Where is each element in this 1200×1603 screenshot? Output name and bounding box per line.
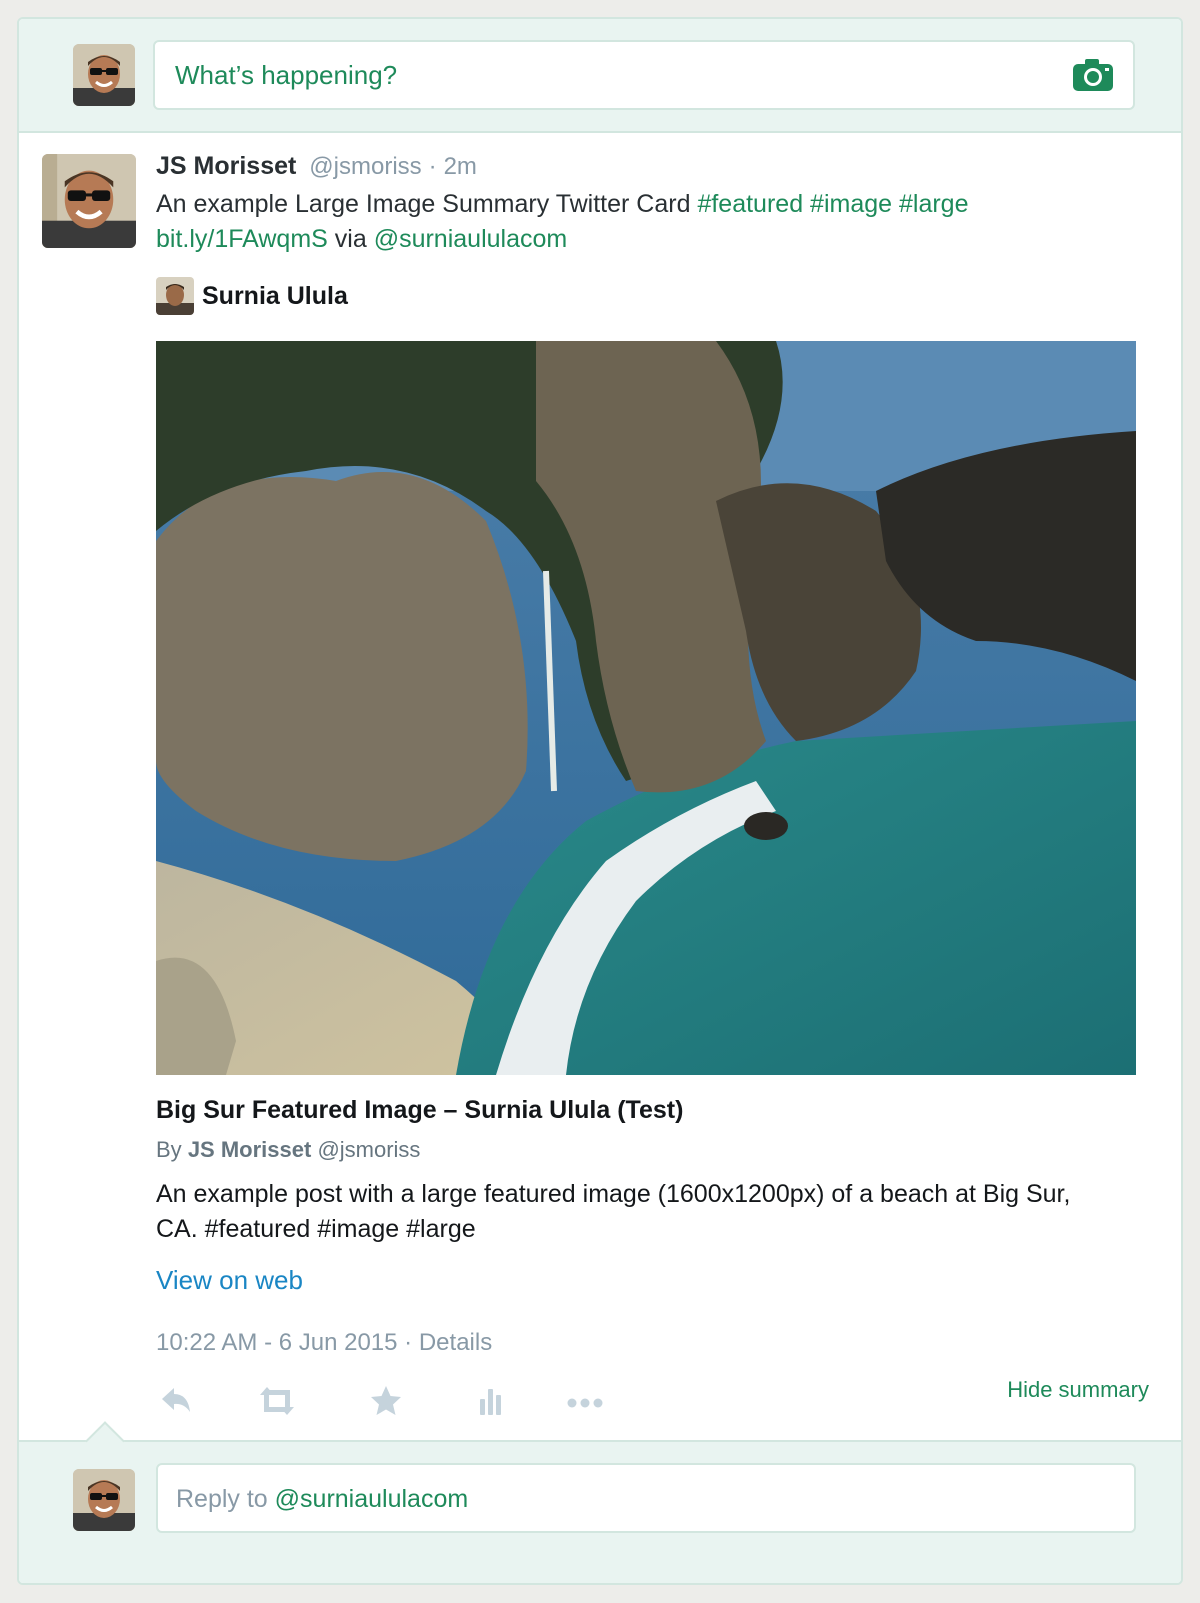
byline-author-handle[interactable]: @jsmoriss [317,1137,420,1162]
retweet-icon[interactable] [256,1383,298,1419]
more-icon[interactable] [564,1383,606,1419]
timestamp-separator: · [404,1329,413,1356]
reply-avatar[interactable] [73,1469,135,1531]
tweet-card: What’s happening? JS Morisset @jsmoriss … [17,17,1183,1585]
tweet-text: An example Large Image Summary Twitter C… [156,187,1116,257]
view-on-web-link[interactable]: View on web [156,1265,303,1296]
site-name[interactable]: Surnia Ulula [202,282,348,311]
tweet-composer: What’s happening? [19,19,1181,133]
reply-mention: @surniaululacom [274,1485,469,1513]
tweet-timestamp-row: 10:22 AM - 6 Jun 2015 · Details [156,1329,492,1357]
hashtag-large[interactable]: #large [899,190,969,218]
compose-input[interactable]: What’s happening? [153,40,1135,110]
card-image-picture [156,341,1136,1075]
tweet-mention[interactable]: @surniaululacom [374,225,568,253]
author-avatar[interactable] [42,154,136,248]
author-name[interactable]: JS Morisset [156,152,296,180]
card-title[interactable]: Big Sur Featured Image – Surnia Ulula (T… [156,1096,683,1125]
byline-label: By [156,1137,182,1162]
hide-summary-link[interactable]: Hide summary [1007,1377,1149,1403]
hashtag-featured[interactable]: #featured [697,190,803,218]
tweet-text-plain: An example Large Image Summary Twitter C… [156,190,691,218]
camera-icon[interactable] [1073,59,1113,91]
reply-icon[interactable] [158,1383,194,1419]
site-avatar[interactable] [156,277,194,315]
analytics-icon[interactable] [472,1383,508,1419]
favorite-icon[interactable] [368,1383,404,1419]
compose-placeholder: What’s happening? [175,60,398,90]
tweet-link[interactable]: bit.ly/1FAwqmS [156,225,328,253]
tweet-age[interactable]: 2m [444,153,477,180]
tweet-timestamp[interactable]: 10:22 AM - 6 Jun 2015 [156,1329,398,1356]
author-avatar-image [42,154,136,248]
reply-notch [85,1421,125,1461]
reply-placeholder: Reply to @surniaululacom [176,1485,468,1514]
reply-input[interactable]: Reply to @surniaululacom [156,1463,1136,1533]
reply-avatar-image [73,1469,135,1531]
tweet-actions [156,1383,656,1423]
user-avatar[interactable] [73,44,135,106]
reply-prefix: Reply to [176,1485,268,1513]
hashtag-image[interactable]: #image [810,190,892,218]
card-description: An example post with a large featured im… [156,1180,1071,1243]
user-avatar-image [73,44,135,106]
reply-bar: Reply to @surniaululacom [19,1421,1181,1583]
via-label: via [334,225,367,253]
card-image[interactable] [156,341,1136,1075]
details-link[interactable]: Details [419,1329,492,1356]
time-separator: · [428,153,437,180]
author-handle[interactable]: @jsmoriss [309,153,421,180]
byline-author-name[interactable]: JS Morisset [188,1137,312,1162]
card-byline: By JS Morisset @jsmoriss [156,1137,420,1163]
tweet-header: JS Morisset @jsmoriss · 2m [156,152,477,181]
